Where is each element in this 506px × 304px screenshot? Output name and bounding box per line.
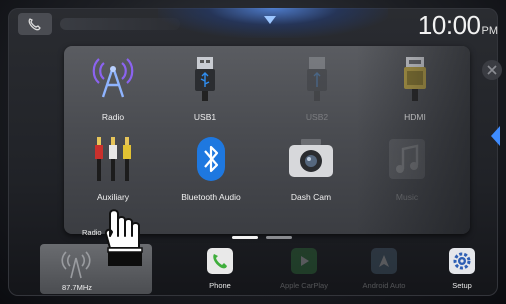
menu-item-music[interactable]: Music: [362, 132, 452, 212]
radio-antenna-icon: [61, 251, 91, 279]
gear-icon: [453, 252, 471, 270]
dock-setup[interactable]: Setup: [432, 248, 492, 290]
dock-android-auto[interactable]: Android Auto: [354, 248, 414, 290]
phone-shortcut-button[interactable]: [18, 13, 52, 35]
usb-icon: [307, 57, 327, 101]
dock-label: Android Auto: [362, 281, 406, 290]
menu-item-label: Radio: [101, 112, 125, 122]
next-page-arrow-icon[interactable]: [491, 126, 500, 146]
menu-item-auxiliary[interactable]: Auxiliary: [68, 132, 158, 212]
phone-handset-icon: [28, 18, 41, 31]
phone-handset-icon: [213, 254, 227, 269]
menu-item-label: HDMI: [404, 112, 426, 122]
pull-down-arrow-icon[interactable]: [264, 16, 276, 24]
carplay-play-icon: [301, 256, 309, 266]
dock-apple-carplay[interactable]: Apple CarPlay: [274, 248, 334, 290]
menu-item-dash-cam[interactable]: Dash Cam: [266, 132, 356, 212]
page-dot: [266, 236, 292, 239]
page-dot-active: [232, 236, 258, 239]
menu-item-radio[interactable]: Radio: [68, 52, 158, 132]
menu-item-label: USB1: [193, 112, 217, 122]
camera-icon: [289, 139, 333, 177]
dock-radio-frequency: 87.7MHz: [61, 283, 92, 292]
music-note-icon: [389, 139, 425, 179]
menu-item-hdmi[interactable]: HDMI: [370, 52, 460, 132]
radio-antenna-icon: [92, 58, 134, 98]
android-auto-icon: [379, 255, 389, 267]
hdmi-icon: [404, 57, 426, 101]
bluetooth-icon: [197, 137, 225, 181]
menu-item-label: Music: [395, 192, 419, 202]
tap-hand-icon: [104, 209, 143, 266]
menu-item-label: Auxiliary: [96, 192, 130, 202]
dock-label: Phone: [209, 281, 231, 290]
dock-label: Apple CarPlay: [280, 281, 328, 290]
clock: 10:00 PM: [418, 10, 498, 41]
clock-time: 10:00: [417, 10, 481, 40]
dock-phone[interactable]: Phone: [190, 248, 250, 290]
menu-item-label: Dash Cam: [290, 192, 332, 202]
dock-radio-sub-label: Radio: [82, 228, 102, 237]
usb-icon: [195, 57, 215, 101]
menu-item-usb1[interactable]: USB1: [160, 52, 250, 132]
dock-label: Setup: [452, 281, 472, 290]
close-button[interactable]: [482, 60, 502, 80]
menu-item-label: Bluetooth Audio: [181, 192, 241, 202]
menu-item-usb2[interactable]: USB2: [272, 52, 362, 132]
menu-item-bluetooth-audio[interactable]: Bluetooth Audio: [166, 132, 256, 212]
top-bar: 10:00 PM: [8, 8, 498, 42]
page-indicator: [232, 236, 292, 240]
rca-cables-icon: [95, 137, 131, 181]
close-icon: [487, 65, 497, 75]
clock-ampm: PM: [481, 25, 499, 37]
menu-item-label: USB2: [305, 112, 329, 122]
